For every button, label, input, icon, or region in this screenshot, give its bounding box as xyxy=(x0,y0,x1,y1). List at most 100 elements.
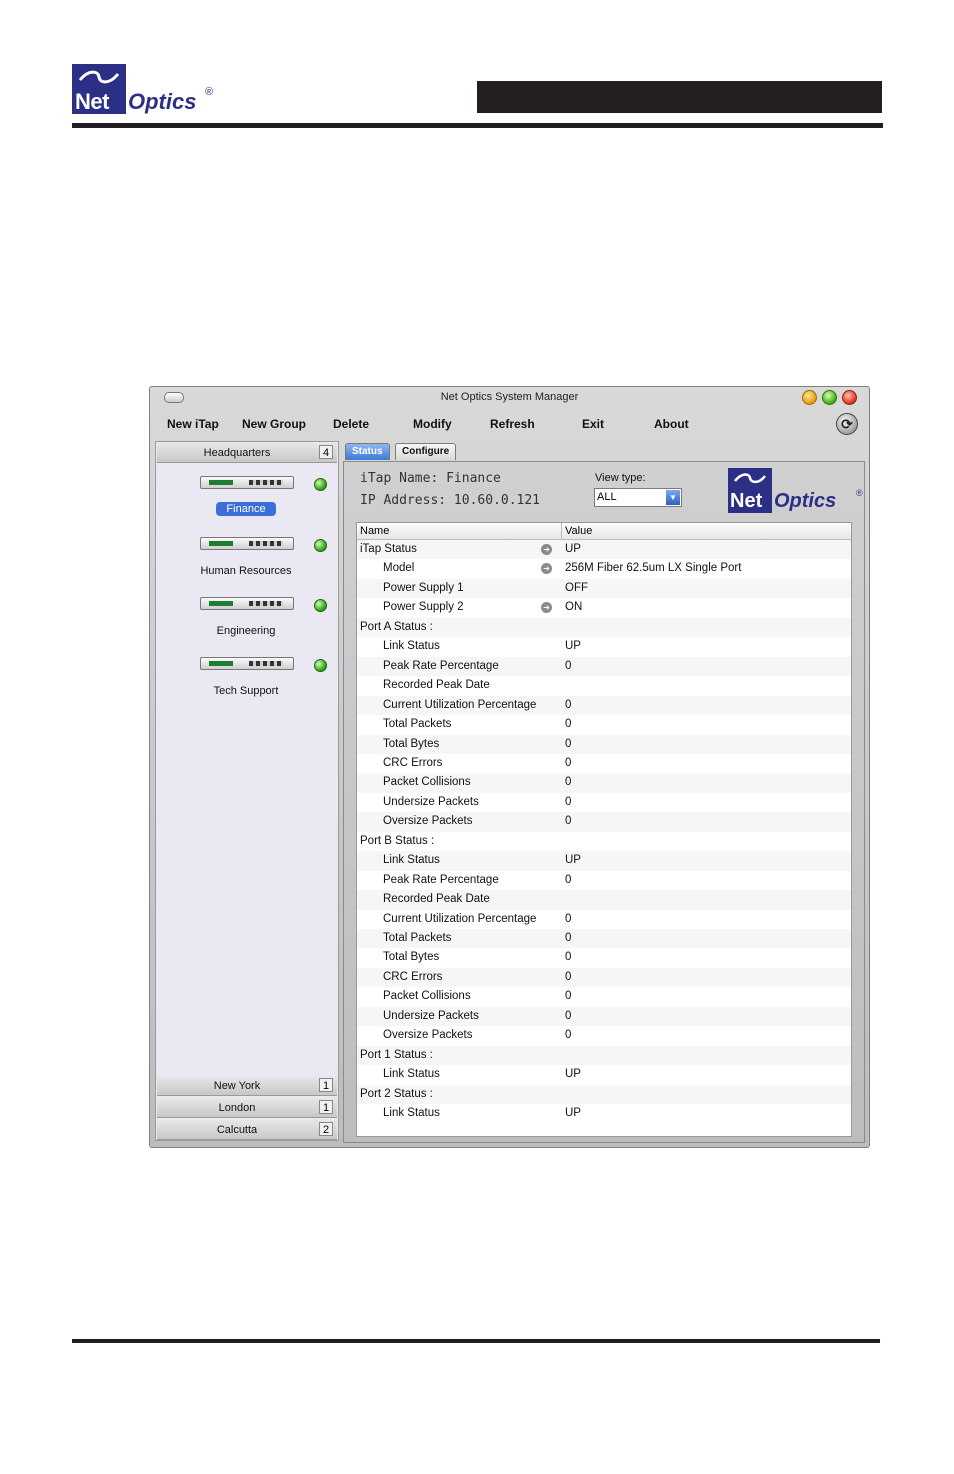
table-row[interactable]: Link Status UP xyxy=(357,1104,851,1123)
app-window: Net Optics System Manager New iTap New G… xyxy=(149,386,870,1148)
row-value: 0 xyxy=(565,698,572,711)
row-value: 0 xyxy=(565,795,572,808)
table-row[interactable]: Total Bytes 0 xyxy=(357,948,851,967)
green-led-icon xyxy=(314,659,327,672)
sync-icon[interactable]: ⟳ xyxy=(836,413,858,435)
exit-button[interactable]: Exit xyxy=(582,417,604,431)
group-new-york[interactable]: New York 1 xyxy=(157,1076,337,1096)
group-name: New York xyxy=(213,1080,261,1092)
green-led-icon xyxy=(314,539,327,552)
table-row[interactable]: Port A Status : xyxy=(357,617,851,638)
device-engineering[interactable]: Engineering xyxy=(156,597,336,657)
table-row[interactable]: Total Packets 0 xyxy=(357,929,851,949)
table-row[interactable]: Peak Rate Percentage 0 xyxy=(357,871,851,890)
table-row[interactable]: Oversize Packets 0 xyxy=(357,1026,851,1045)
table-row[interactable]: Model ➜ 256M Fiber 62.5um LX Single Port xyxy=(357,559,851,578)
net-optics-panel-logo: Net Optics ® xyxy=(728,468,864,514)
logo-box: Net xyxy=(728,468,772,513)
green-led-icon xyxy=(314,478,327,491)
row-value: 0 xyxy=(565,990,572,1003)
row-value: 0 xyxy=(565,756,572,769)
device-human-resources[interactable]: Human Resources xyxy=(156,537,336,597)
device-tech-support[interactable]: Tech Support xyxy=(156,657,336,717)
table-row[interactable]: Packet Collisions 0 xyxy=(357,987,851,1006)
table-row[interactable]: Link Status UP xyxy=(357,851,851,871)
table-row[interactable]: Total Packets 0 xyxy=(357,715,851,734)
device-label: Finance xyxy=(216,502,276,516)
row-value: 0 xyxy=(565,737,572,750)
minimize-button[interactable] xyxy=(802,390,817,405)
row-name: Link Status xyxy=(383,640,440,653)
group-headquarters[interactable]: Headquarters 4 xyxy=(157,443,337,463)
logo-net-text: Net xyxy=(75,89,109,114)
table-row[interactable]: iTap Status ➜ UP xyxy=(357,540,851,560)
table-row[interactable]: Link Status UP xyxy=(357,1065,851,1084)
table-row[interactable]: CRC Errors 0 xyxy=(357,967,851,988)
device-label: Human Resources xyxy=(200,565,292,577)
table-row[interactable]: Packet Collisions 0 xyxy=(357,773,851,793)
table-row[interactable]: Oversize Packets 0 xyxy=(357,812,851,832)
row-value: 0 xyxy=(565,912,572,925)
itap-device-icon xyxy=(200,657,294,670)
table-row[interactable]: Port 2 Status : xyxy=(357,1084,851,1105)
row-value: UP xyxy=(565,640,581,653)
tab-configure[interactable]: Configure xyxy=(395,443,457,460)
table-row[interactable]: Power Supply 1 OFF xyxy=(357,578,851,599)
close-button[interactable] xyxy=(842,390,857,405)
green-led-icon xyxy=(314,599,327,612)
row-name: Model xyxy=(383,562,415,575)
table-row[interactable]: Current Utilization Percentage 0 xyxy=(357,910,851,929)
new-group-button[interactable]: New Group xyxy=(242,417,306,431)
row-name: Total Packets xyxy=(383,718,452,731)
row-value: 0 xyxy=(565,1009,572,1022)
arrow-right-circle-icon[interactable]: ➜ xyxy=(541,544,552,555)
modify-button[interactable]: Modify xyxy=(413,417,452,431)
column-header-value[interactable]: Value xyxy=(565,525,592,537)
table-row[interactable]: Undersize Packets 0 xyxy=(357,793,851,812)
row-name: CRC Errors xyxy=(383,970,443,983)
row-name: Current Utilization Percentage xyxy=(383,698,537,711)
arrow-right-circle-icon[interactable]: ➜ xyxy=(541,602,552,614)
table-row[interactable]: Port B Status : xyxy=(357,832,851,851)
table-row[interactable]: Link Status UP xyxy=(357,637,851,656)
table-row[interactable]: Undersize Packets 0 xyxy=(357,1006,851,1027)
row-value: 0 xyxy=(565,1029,572,1042)
row-value: UP xyxy=(565,1107,581,1120)
table-row[interactable]: Recorded Peak Date xyxy=(357,676,851,695)
table-row[interactable]: Port 1 Status : xyxy=(357,1045,851,1066)
view-type-select[interactable]: ALL ▼ xyxy=(594,488,682,507)
refresh-button[interactable]: Refresh xyxy=(490,417,535,431)
new-itap-button[interactable]: New iTap xyxy=(167,417,219,431)
zoom-button[interactable] xyxy=(822,390,837,405)
itap-device-icon xyxy=(200,597,294,610)
chevron-down-icon[interactable]: ▼ xyxy=(666,490,680,505)
row-name: Port A Status : xyxy=(360,620,433,633)
table-row[interactable]: CRC Errors 0 xyxy=(357,754,851,773)
row-value: 0 xyxy=(565,776,572,789)
table-row[interactable]: Power Supply 2 ➜ ON xyxy=(357,598,851,617)
table-row[interactable]: Peak Rate Percentage 0 xyxy=(357,656,851,677)
row-value: 0 xyxy=(565,970,572,983)
column-header-name[interactable]: Name xyxy=(360,525,389,537)
row-name: Undersize Packets xyxy=(383,1009,479,1022)
group-london[interactable]: London 1 xyxy=(157,1098,337,1118)
row-value: 0 xyxy=(565,951,572,964)
table-row[interactable]: Total Bytes 0 xyxy=(357,734,851,754)
table-row[interactable]: Current Utilization Percentage 0 xyxy=(357,695,851,716)
row-name: Link Status xyxy=(383,1068,440,1081)
device-finance[interactable]: Finance xyxy=(156,476,336,536)
title-bar[interactable]: Net Optics System Manager xyxy=(150,387,869,409)
tab-status[interactable]: Status xyxy=(345,443,390,460)
view-type-value: ALL xyxy=(597,491,617,503)
row-name: Power Supply 2 xyxy=(383,601,464,614)
table-row[interactable]: Recorded Peak Date xyxy=(357,890,851,910)
group-count: 1 xyxy=(319,1100,333,1114)
row-value: 256M Fiber 62.5um LX Single Port xyxy=(565,562,742,575)
row-name: Peak Rate Percentage xyxy=(383,873,499,886)
group-calcutta[interactable]: Calcutta 2 xyxy=(157,1120,337,1140)
delete-button[interactable]: Delete xyxy=(333,417,369,431)
arrow-right-circle-icon[interactable]: ➜ xyxy=(541,563,552,575)
row-value: UP xyxy=(565,543,581,555)
device-label: Tech Support xyxy=(213,685,279,697)
about-button[interactable]: About xyxy=(654,417,689,431)
